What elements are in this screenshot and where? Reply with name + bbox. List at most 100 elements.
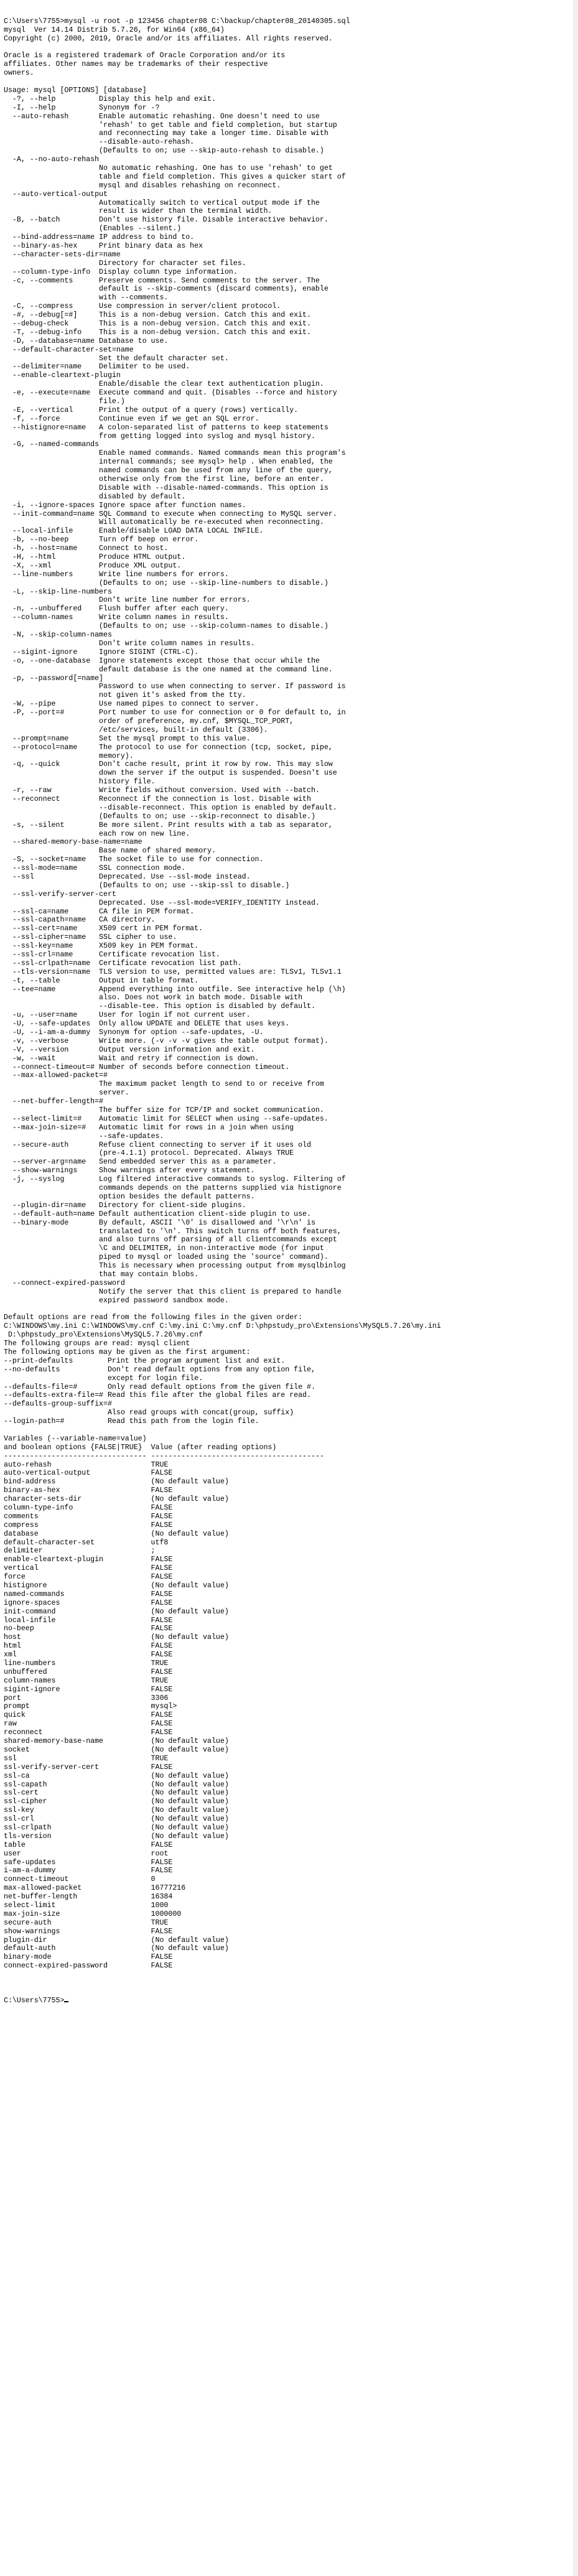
terminal-line: result is wider than the terminal width. [4, 207, 273, 216]
terminal-line: --debug-check This is a non-debug versio… [4, 319, 311, 328]
terminal-line: reconnect FALSE [4, 1729, 173, 1737]
terminal-line: comments FALSE [4, 1512, 173, 1521]
terminal-line: --ssl-key=name X509 key in PEM format. [4, 942, 199, 951]
terminal-line: local-infile FALSE [4, 1616, 173, 1625]
terminal-line: -P, --port=# Port number to use for conn… [4, 709, 346, 717]
terminal-line: --ssl-capath=name CA directory. [4, 916, 156, 925]
terminal-line: --plugin-dir=name Directory for client-s… [4, 1201, 246, 1210]
terminal-line: max-join-size 1000000 [4, 1910, 182, 1918]
terminal-line: xml FALSE [4, 1651, 173, 1659]
terminal-line: init-command (No default value) [4, 1607, 229, 1616]
terminal-line: select-limit 1000 [4, 1901, 169, 1910]
terminal-line: Also read groups with concat(group, suff… [4, 1409, 294, 1417]
terminal-line: and boolean options {FALSE|TRUE} Value (… [4, 1443, 277, 1452]
terminal-line: -r, --raw Write fields without conversio… [4, 786, 320, 795]
terminal-line: --ssl-crlpath=name Certificate revocatio… [4, 959, 242, 968]
terminal-line: --tee=name Append everything into outfil… [4, 985, 346, 994]
terminal-line: (Defaults to on; use --skip-column-names… [4, 622, 329, 631]
terminal-line: (Defaults to on; use --skip-ssl to disab… [4, 881, 290, 890]
terminal-line: line-numbers TRUE [4, 1659, 169, 1668]
terminal-line: owners. [4, 69, 34, 78]
terminal-line: --server-arg=name Send embedded server t… [4, 1158, 277, 1167]
terminal-line: each row on new line. [4, 829, 190, 838]
terminal-line: -L, --skip-line-numbers [4, 587, 112, 596]
terminal-line: --bind-address=name IP address to bind t… [4, 233, 195, 242]
terminal-line: with --comments. [4, 294, 169, 302]
terminal-line: -s, --silent Be more silent. Print resul… [4, 821, 333, 829]
terminal-line: -X, --xml Produce XML output. [4, 561, 182, 570]
terminal-line: disabled by default. [4, 492, 186, 501]
terminal-line: --ssl-cipher=name SSL cipher to use. [4, 933, 177, 942]
terminal-line: Notify the server that this client is pr… [4, 1287, 342, 1296]
terminal-line: ssl-crl (No default value) [4, 1815, 229, 1824]
terminal-line: secure-auth TRUE [4, 1918, 169, 1927]
terminal-line: memory). [4, 752, 134, 760]
terminal-line: connect-expired-password FALSE [4, 1962, 173, 1971]
terminal-line: ssl TRUE [4, 1754, 169, 1763]
terminal-line: (Defaults to on; use --skip-auto-rehash … [4, 147, 324, 156]
terminal-line: --ssl-ca=name CA file in PEM format. [4, 907, 195, 916]
terminal-line: column-type-info FALSE [4, 1504, 173, 1512]
terminal-line: html FALSE [4, 1642, 173, 1651]
terminal-line: history file. [4, 778, 156, 786]
terminal-line: table and field completion. This gives a… [4, 172, 346, 181]
terminal-line: auto-rehash TRUE [4, 1460, 169, 1469]
terminal-line: 'rehash' to get table and field completi… [4, 121, 337, 129]
terminal-line: --login-path=# Read this path from the l… [4, 1417, 259, 1426]
terminal-line: and reconnecting may take a longer time.… [4, 129, 329, 138]
terminal-line: --show-warnings Show warnings after ever… [4, 1167, 255, 1175]
terminal-line: Oracle is a registered trademark of Orac… [4, 52, 286, 60]
vertical-scrollbar[interactable] [573, 0, 578, 2576]
terminal-line: -e, --execute=name Execute command and q… [4, 389, 337, 398]
terminal-line: --max-allowed-packet=# [4, 1071, 108, 1080]
terminal-line: ssl-key (No default value) [4, 1806, 229, 1815]
terminal-line: show-warnings FALSE [4, 1927, 173, 1936]
terminal-line: --net-buffer-length=# [4, 1098, 104, 1106]
terminal-line: --enable-cleartext-plugin [4, 371, 121, 380]
terminal-line: --character-sets-dir=name [4, 250, 121, 259]
terminal-line: -?, --help Display this help and exit. [4, 95, 216, 103]
terminal-line: delimiter ; [4, 1547, 156, 1556]
terminal-line: default database is the one named at the… [4, 665, 333, 674]
terminal-line: --defaults-extra-file=# Read this file a… [4, 1391, 311, 1400]
terminal-line: -C, --compress Use compression in server… [4, 302, 281, 311]
terminal-line: --binary-as-hex Print binary data as hex [4, 241, 203, 250]
terminal-line: --secure-auth Refuse client connecting t… [4, 1141, 311, 1149]
terminal-line: -u, --user=name User for login if not cu… [4, 1011, 251, 1020]
terminal-line: --shared-memory-base-name=name [4, 838, 142, 847]
terminal-line: translated to '\n'. This switch turns of… [4, 1227, 342, 1236]
terminal-line: ssl-verify-server-cert FALSE [4, 1763, 173, 1771]
terminal-line: histignore (No default value) [4, 1582, 229, 1590]
terminal-prompt-line[interactable]: C:\Users\7755> [4, 1997, 573, 2005]
terminal-line: This is necessary when processing output… [4, 1262, 346, 1271]
terminal-line: (Defaults to on; use --skip-line-numbers… [4, 579, 329, 587]
terminal-line: --protocol=name The protocol to use for … [4, 743, 333, 752]
terminal-line: --reconnect Reconnect if the connection … [4, 795, 311, 803]
terminal-line: --delimiter=name Delimiter to be used. [4, 363, 190, 371]
terminal-line: binary-mode FALSE [4, 1953, 173, 1962]
terminal-line: --default-auth=name Default authenticati… [4, 1210, 311, 1218]
terminal-window[interactable]: C:\Users\7755>mysql -u root -p 123456 ch… [0, 0, 573, 2576]
terminal-line: option besides the default patterns. [4, 1192, 255, 1201]
terminal-line: file.) [4, 398, 125, 406]
terminal-line: --column-type-info Display column type i… [4, 268, 238, 276]
terminal-line: -n, --unbuffered Flush buffer after each… [4, 605, 229, 614]
terminal-line: named-commands FALSE [4, 1590, 173, 1598]
terminal-line: that may contain blobs. [4, 1270, 199, 1279]
terminal-line: down the server if the output is suspend… [4, 769, 337, 778]
terminal-line: C:\WINDOWS\my.ini C:\WINDOWS\my.cnf C:\m… [4, 1322, 441, 1331]
terminal-line: --auto-vertical-output [4, 190, 108, 198]
terminal-line: mysql Ver 14.14 Distrib 5.7.26, for Win6… [4, 26, 225, 34]
terminal-line: unbuffered FALSE [4, 1668, 173, 1676]
terminal-line: -E, --vertical Print the output of a que… [4, 406, 299, 414]
terminal-line: --ssl Deprecated. Use --ssl-mode instead… [4, 872, 251, 881]
terminal-line: and also turns off parsing of all client… [4, 1236, 337, 1244]
terminal-line: Set the default character set. [4, 354, 229, 363]
terminal-line: --ssl-verify-server-cert [4, 890, 116, 898]
terminal-line: The following groups are read: mysql cli… [4, 1340, 190, 1348]
terminal-line: Automatically switch to vertical output … [4, 198, 320, 207]
terminal-line: Enable/disable the clear text authentica… [4, 380, 324, 389]
terminal-line: binary-as-hex FALSE [4, 1486, 173, 1495]
